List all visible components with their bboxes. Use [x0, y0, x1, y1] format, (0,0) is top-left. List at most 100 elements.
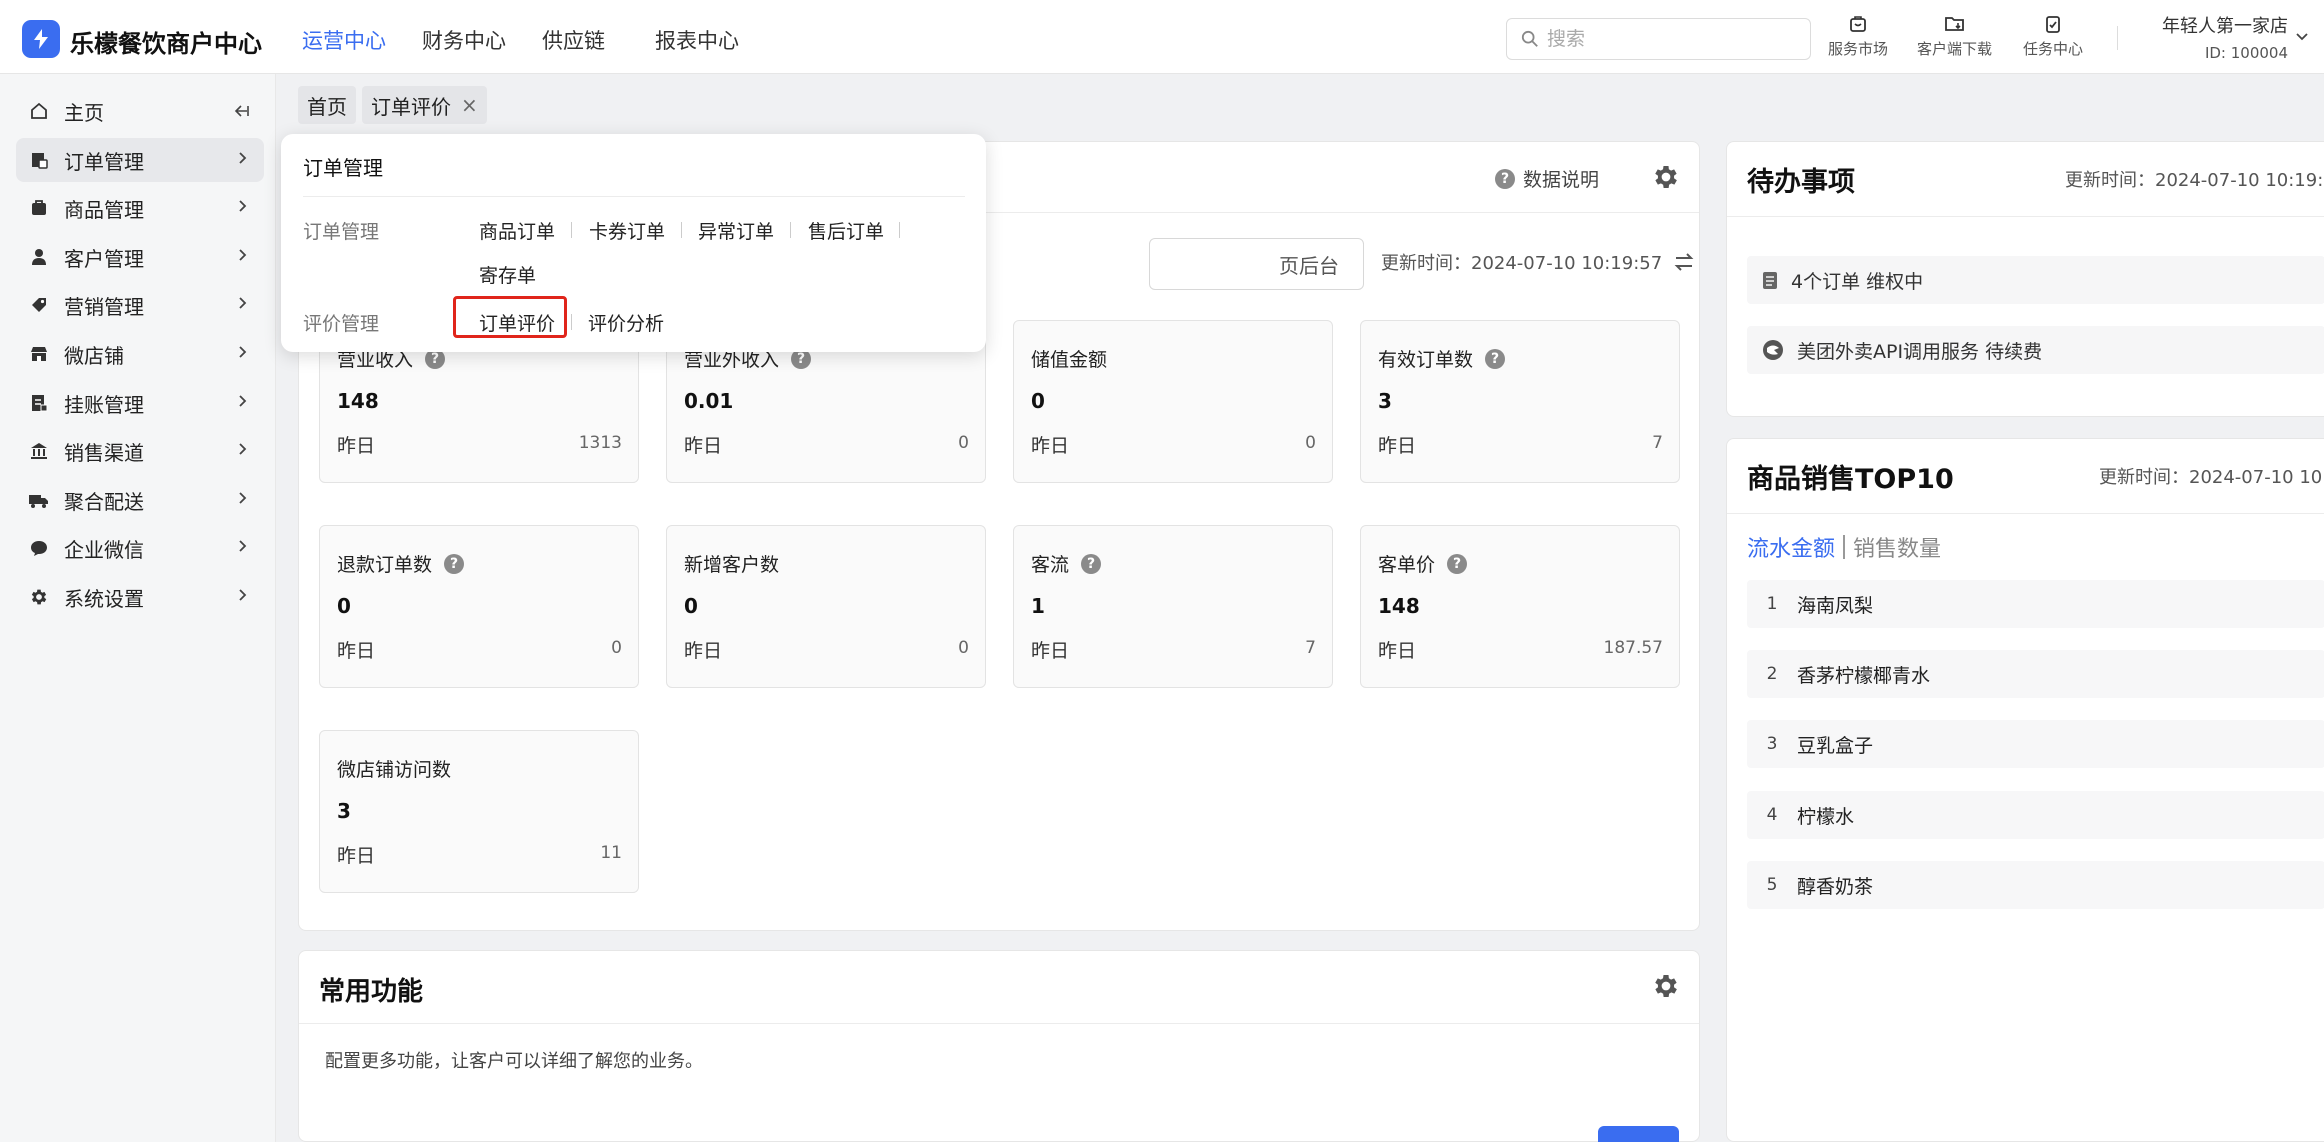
todo-item-label: 4个订单 维权中 — [1791, 270, 1924, 293]
nav-finance[interactable]: 财务中心 — [422, 25, 506, 55]
list-item[interactable]: 4 柠檬水 — [1747, 791, 2324, 839]
tab-amount[interactable]: 流水金额 — [1747, 531, 1835, 563]
stat-card-refund-orders[interactable]: 退款订单数? 0 昨日 0 — [319, 525, 639, 688]
divider — [681, 222, 682, 238]
refresh-swap-icon[interactable] — [1672, 250, 1696, 274]
list-item[interactable]: 3 豆乳盒子 — [1747, 720, 2324, 768]
stat-label-text: 客流 — [1031, 554, 1070, 576]
stat-card-new-customers[interactable]: 新增客户数 0 昨日 0 — [666, 525, 986, 688]
close-icon[interactable]: × — [461, 93, 478, 117]
service-market-label: 服务市场 — [1828, 40, 1889, 58]
store-switcher[interactable]: 年轻人第一家店 ID: 100004 — [2162, 12, 2288, 62]
divider — [2117, 26, 2118, 50]
link-product-orders[interactable]: 商品订单 — [479, 217, 555, 244]
panel-title: 常用功能 — [319, 977, 424, 1007]
task-center-button[interactable]: 任务中心 — [2023, 14, 2083, 59]
client-download-label: 客户端下载 — [1917, 40, 1993, 58]
nav-reports[interactable]: 报表中心 — [655, 25, 739, 55]
todo-item[interactable]: 4个订单 维权中 — [1747, 256, 2324, 304]
sidebar-item-products[interactable]: 商品管理 — [16, 186, 264, 230]
rank-number: 2 — [1766, 664, 1778, 684]
help-icon[interactable]: ? — [1485, 348, 1506, 369]
stat-card-store-visits[interactable]: 微店铺访问数 3 昨日 11 — [319, 730, 639, 893]
sidebar-item-orders[interactable]: 订单管理 — [16, 138, 264, 182]
configure-button[interactable] — [1598, 1126, 1679, 1142]
sidebar-item-wecom[interactable]: 企业微信 — [16, 526, 264, 570]
gear-icon[interactable] — [1651, 971, 1681, 1001]
stat-yesterday-value: 187.57 — [1603, 638, 1663, 658]
divider — [899, 222, 900, 238]
user-icon — [28, 246, 50, 268]
search-input[interactable] — [1547, 28, 1787, 50]
stat-label: 客单价? — [1378, 550, 1468, 577]
link-abnormal-orders[interactable]: 异常订单 — [698, 217, 774, 244]
sidebar-item-label: 主页 — [64, 100, 104, 125]
link-coupon-orders[interactable]: 卡券订单 — [589, 217, 665, 244]
stat-card-valid-orders[interactable]: 有效订单数? 3 昨日 7 — [1360, 320, 1680, 483]
sidebar-item-label: 营销管理 — [64, 294, 144, 319]
help-icon[interactable]: ? — [444, 553, 465, 574]
sidebar-item-home[interactable]: 主页 — [16, 89, 264, 133]
link-storage-orders[interactable]: 寄存单 — [479, 261, 536, 288]
stat-yesterday-value: 0 — [1305, 433, 1316, 453]
sidebar-item-delivery[interactable]: 聚合配送 — [16, 478, 264, 522]
stat-value: 3 — [1378, 389, 1392, 413]
tag-icon — [28, 294, 50, 316]
sidebar-item-customers[interactable]: 客户管理 — [16, 235, 264, 279]
list-item[interactable]: 2 香茅柠檬椰青水 — [1747, 650, 2324, 698]
group-label: 订单管理 — [303, 221, 380, 243]
todo-item[interactable]: 美团外卖API调用服务 待续费 — [1747, 326, 2324, 374]
sidebar-item-channels[interactable]: 销售渠道 — [16, 429, 264, 473]
stat-card-avg-order-value[interactable]: 客单价? 148 昨日 187.57 — [1360, 525, 1680, 688]
sidebar-item-credit[interactable]: 挂账管理 — [16, 381, 264, 425]
stat-yesterday-value: 0 — [958, 638, 969, 658]
stat-label-text: 微店铺访问数 — [337, 759, 452, 781]
collapse-sidebar-icon[interactable] — [230, 101, 250, 121]
shop-icon — [28, 343, 50, 365]
stat-yesterday-value: 0 — [611, 638, 622, 658]
data-explain-link[interactable]: ? 数据说明 — [1495, 165, 1599, 192]
sidebar-item-label: 商品管理 — [64, 197, 144, 222]
stat-yesterday-value: 1313 — [578, 433, 622, 453]
nav-supply-chain[interactable]: 供应链 — [542, 25, 605, 55]
service-market-button[interactable]: 服务市场 — [1828, 14, 1888, 59]
stat-label-text: 客单价 — [1378, 554, 1436, 576]
backend-button[interactable]: 页后台 — [1149, 238, 1364, 290]
tab-home[interactable]: 首页 — [298, 86, 356, 124]
meituan-icon — [1763, 340, 1783, 360]
product-name: 醇香奶茶 — [1797, 875, 1874, 898]
help-icon[interactable]: ? — [1447, 553, 1468, 574]
search-icon — [1521, 30, 1538, 47]
link-review-analysis[interactable]: 评价分析 — [588, 309, 664, 336]
tab-order-review[interactable]: 订单评价 × — [362, 86, 487, 124]
chevron-down-icon[interactable] — [2294, 28, 2310, 44]
app-logo-icon[interactable] — [22, 20, 60, 58]
stat-card-stored-value[interactable]: 储值金额 0 昨日 0 — [1013, 320, 1333, 483]
tab-order-review-label: 订单评价 — [371, 94, 451, 119]
list-item[interactable]: 1 海南凤梨 — [1747, 580, 2324, 628]
sidebar-item-label: 客户管理 — [64, 246, 144, 271]
list-item[interactable]: 5 醇香奶茶 — [1747, 861, 2324, 909]
search-box[interactable] — [1506, 18, 1811, 60]
common-desc: 配置更多功能，让客户可以详细了解您的业务。 — [325, 1051, 703, 1072]
update-time: 更新时间：2024-07-10 10:1 — [2099, 467, 2324, 488]
sidebar-item-microstore[interactable]: 微店铺 — [16, 332, 264, 376]
tab-count[interactable]: 销售数量 — [1853, 531, 1941, 563]
home-icon — [28, 100, 50, 122]
link-aftersale-orders[interactable]: 售后订单 — [808, 217, 884, 244]
stat-card-traffic[interactable]: 客流? 1 昨日 7 — [1013, 525, 1333, 688]
help-icon[interactable]: ? — [1081, 553, 1102, 574]
link-order-reviews[interactable]: 订单评价 — [479, 309, 555, 336]
tab-home-label: 首页 — [307, 94, 347, 119]
truck-icon — [28, 489, 50, 511]
product-icon — [28, 197, 50, 219]
sidebar-item-marketing[interactable]: 营销管理 — [16, 283, 264, 327]
gear-icon[interactable] — [1651, 162, 1681, 192]
sidebar-item-settings[interactable]: 系统设置 — [16, 575, 264, 619]
store-id: ID: 100004 — [2204, 44, 2288, 62]
stat-yesterday-label: 昨日 — [1031, 640, 1070, 662]
stat-yesterday-label: 昨日 — [337, 640, 376, 662]
client-download-button[interactable]: 客户端下载 — [1917, 14, 1992, 59]
chevron-right-icon — [239, 200, 247, 212]
nav-operations[interactable]: 运营中心 — [302, 25, 386, 55]
